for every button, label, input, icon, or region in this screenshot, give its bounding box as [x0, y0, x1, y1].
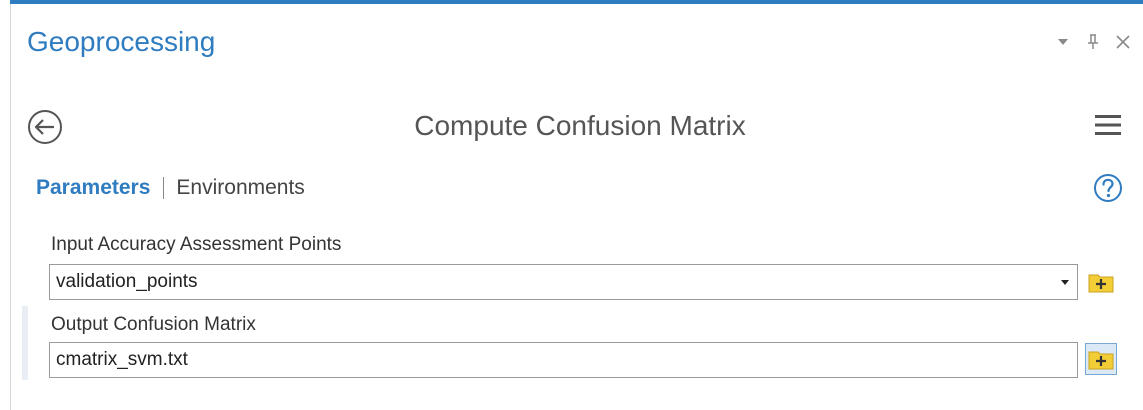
- pin-icon[interactable]: [1085, 34, 1101, 50]
- browse-folder-icon[interactable]: [1085, 343, 1117, 375]
- pane-left-border: [10, 0, 11, 410]
- output-matrix-field[interactable]: cmatrix_svm.txt: [49, 342, 1078, 378]
- output-matrix-value: cmatrix_svm.txt: [56, 349, 188, 370]
- input-points-label: Input Accuracy Assessment Points: [51, 234, 342, 255]
- dropdown-arrow-icon[interactable]: [1061, 280, 1069, 285]
- input-points-value: validation_points: [56, 271, 198, 292]
- tab-environments[interactable]: Environments: [176, 176, 304, 200]
- help-icon[interactable]: [1093, 173, 1123, 203]
- pane-title: Geoprocessing: [27, 26, 216, 57]
- output-matrix-label: Output Confusion Matrix: [51, 314, 256, 335]
- active-row-marker: [22, 306, 28, 380]
- input-points-dropdown[interactable]: validation_points: [49, 264, 1078, 300]
- pane-accent-bar: [10, 0, 1143, 4]
- hamburger-menu-icon[interactable]: [1095, 113, 1121, 137]
- tab-divider: [163, 177, 165, 199]
- pane-tabs: Parameters Environments: [36, 176, 305, 200]
- browse-folder-icon[interactable]: [1085, 266, 1117, 298]
- geoprocessing-pane: Geoprocessing Compute Confusion Matrix P…: [0, 0, 1143, 410]
- pane-window-controls: [1055, 34, 1131, 50]
- tool-title: Compute Confusion Matrix: [414, 110, 746, 141]
- chevron-down-icon[interactable]: [1055, 34, 1071, 50]
- tab-parameters[interactable]: Parameters: [36, 176, 150, 200]
- close-icon[interactable]: [1115, 34, 1131, 50]
